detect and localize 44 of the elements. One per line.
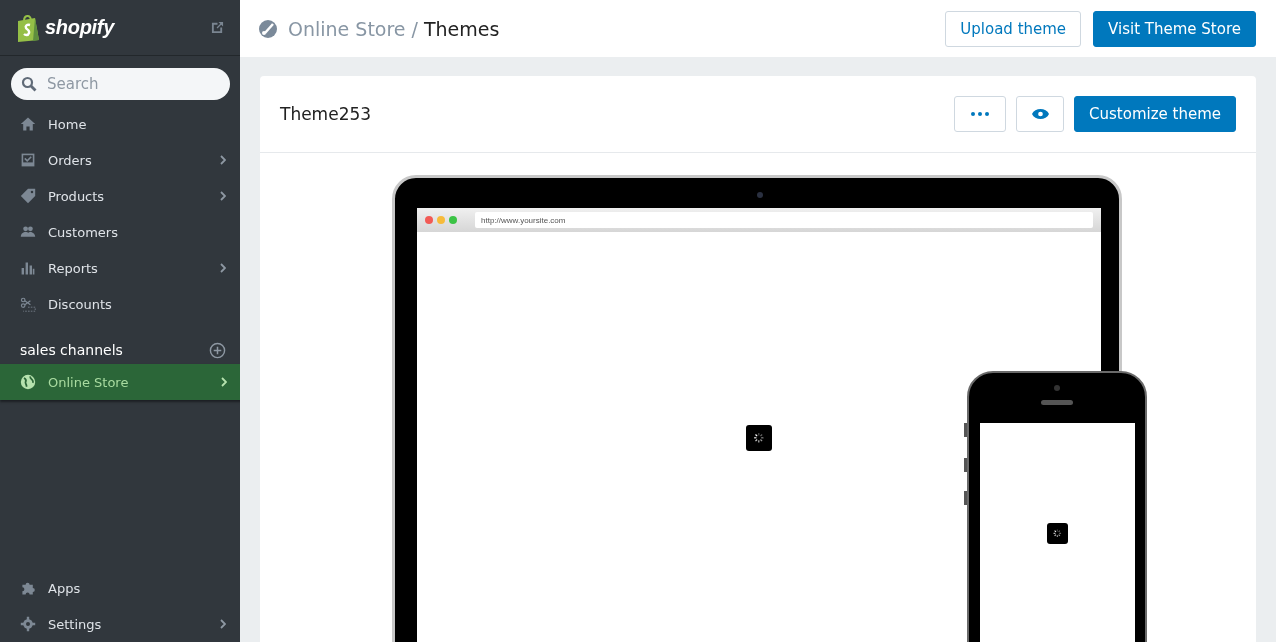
preview-button[interactable] (1016, 96, 1065, 132)
address-bar: http://www.yoursite.com (475, 212, 1093, 228)
visit-store-button[interactable]: Visit Theme Store (1093, 10, 1256, 47)
home-icon (20, 116, 36, 132)
nav-item[interactable]: Home (0, 106, 240, 142)
camera-dot (757, 192, 763, 198)
shopping-bag-icon (15, 12, 41, 43)
bar-chart-icon (20, 260, 36, 276)
speaker-grille (1041, 400, 1073, 405)
nav-item[interactable]: Orders (0, 142, 240, 178)
upload-button[interactable]: Upload theme (945, 10, 1082, 47)
people-icon (20, 224, 36, 240)
puzzle-icon (20, 580, 36, 596)
globe-icon (20, 374, 36, 390)
theme-name: Theme253 (280, 104, 372, 124)
brand-name[interactable]: shopify (45, 16, 114, 39)
search-field[interactable]: Search (11, 68, 230, 100)
section-heading: sales channels (20, 342, 123, 358)
chevron-right-icon (220, 155, 226, 165)
tag-icon (20, 188, 36, 204)
chevron-right-icon (220, 191, 226, 201)
loading-spinner-icon (1047, 523, 1068, 544)
add-circle-icon[interactable] (209, 341, 226, 359)
settings-icon (20, 616, 36, 632)
scissors-icon (20, 296, 36, 312)
nav-item[interactable]: Settings (0, 606, 240, 642)
loading-spinner-icon (746, 425, 772, 451)
nav-item[interactable]: Reports (0, 250, 240, 286)
nav-item[interactable]: Apps (0, 570, 240, 606)
breadcrumb-separator: / (411, 17, 418, 40)
inbox-check-icon (20, 152, 36, 168)
more-icon (971, 112, 990, 116)
chevron-right-icon (220, 619, 226, 629)
page-title: Themes (423, 17, 500, 40)
nav-item[interactable]: Discounts (0, 286, 240, 322)
chevron-right-icon (220, 263, 226, 273)
customize-button[interactable]: Customize theme (1074, 96, 1236, 132)
more-button[interactable] (954, 96, 1007, 132)
chevron-right-icon (221, 377, 227, 387)
nav-item[interactable]: Products (0, 178, 240, 214)
external-link-icon[interactable] (211, 21, 224, 34)
camera-dot (1054, 385, 1060, 391)
eye-icon (1031, 108, 1049, 120)
nav-item[interactable]: Customers (0, 214, 240, 250)
